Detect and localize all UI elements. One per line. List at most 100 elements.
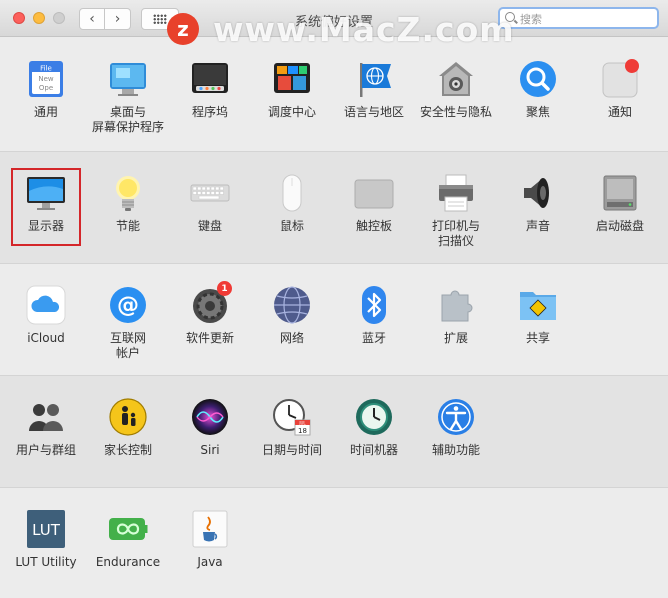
pref-pane-icloud[interactable]: iCloud — [5, 275, 87, 367]
pref-pane-dock[interactable]: 程序坞 — [169, 49, 251, 141]
icloud-icon — [26, 285, 66, 325]
pref-pane-general[interactable]: File New Ope 通用 — [5, 49, 87, 141]
pref-pane-label: LUT Utility — [15, 555, 77, 569]
endurance-icon — [108, 509, 148, 549]
mission-control-icon — [272, 59, 312, 99]
svg-text:JUL: JUL — [298, 420, 306, 425]
pref-pane-mouse[interactable]: 鼠标 — [251, 163, 333, 255]
pref-pane-label: 键盘 — [197, 219, 222, 233]
svg-text:File: File — [40, 65, 52, 73]
keyboard-icon — [190, 173, 230, 213]
siri-icon — [190, 397, 230, 437]
pref-pane-energy[interactable]: 节能 — [87, 163, 169, 255]
users-groups-icon — [26, 397, 66, 437]
notifications-icon — [600, 59, 640, 99]
pref-pane-trackpad[interactable]: 触控板 — [333, 163, 415, 255]
sharing-icon — [518, 285, 558, 325]
desktop-screensaver-icon — [108, 59, 148, 99]
pref-pane-label: 用户与群组 — [15, 443, 76, 457]
pref-pane-accessibility[interactable]: 辅助功能 — [415, 387, 497, 479]
pref-pane-parental-controls[interactable]: 家长控制 — [87, 387, 169, 479]
pref-pane-label: 蓝牙 — [361, 331, 386, 345]
security-privacy-icon — [436, 59, 476, 99]
pref-pane-label: Endurance — [95, 555, 161, 569]
pref-pane-security[interactable]: 安全性与隐私 — [415, 49, 497, 141]
search-icon — [505, 12, 515, 22]
pref-pane-printers[interactable]: 打印机与 扫描仪 — [415, 163, 497, 255]
pref-pane-label: 时间机器 — [349, 443, 398, 457]
pref-pane-startup-disk[interactable]: 启动磁盘 — [579, 163, 661, 255]
pref-pane-spotlight[interactable]: 聚焦 — [497, 49, 579, 141]
pref-pane-label: 鼠标 — [279, 219, 304, 233]
language-region-icon — [354, 59, 394, 99]
pref-pane-endurance[interactable]: Endurance — [87, 499, 169, 591]
pref-pane-extensions[interactable]: 扩展 — [415, 275, 497, 367]
pref-pane-label: 语言与地区 — [343, 105, 404, 119]
pref-pane-label: 软件更新 — [185, 331, 234, 345]
pref-pane-label: 触控板 — [355, 219, 392, 233]
pref-pane-sharing[interactable]: 共享 — [497, 275, 579, 367]
accessibility-icon — [436, 397, 476, 437]
pref-pane-internet-accounts[interactable]: @ 互联网 帐户 — [87, 275, 169, 367]
search-field[interactable] — [498, 7, 659, 29]
pref-pane-mission-control[interactable]: 调度中心 — [251, 49, 333, 141]
update-count-badge: 1 — [217, 281, 232, 296]
pref-pane-label: 调度中心 — [267, 105, 316, 119]
pref-pane-keyboard[interactable]: 键盘 — [169, 163, 251, 255]
startup-disk-icon — [600, 173, 640, 213]
pref-pane-label: 家长控制 — [103, 443, 152, 457]
search-input[interactable] — [518, 10, 652, 28]
pref-pane-label: 安全性与隐私 — [419, 105, 492, 119]
pref-pane-siri[interactable]: Siri — [169, 387, 251, 479]
pref-pane-label: 程序坞 — [191, 105, 228, 119]
title-bar: ‹ › 系统偏好设置 — [0, 0, 668, 37]
pref-pane-desktop[interactable]: 桌面与 屏幕保护程序 — [87, 49, 169, 141]
svg-text:@: @ — [117, 293, 139, 318]
time-machine-icon — [354, 397, 394, 437]
system-preferences-window: ‹ › 系统偏好设置 File New Ope 通用 桌面与 屏幕保护程序 — [0, 0, 668, 598]
pref-pane-label: 声音 — [525, 219, 550, 233]
pref-pane-sound[interactable]: 声音 — [497, 163, 579, 255]
lut-utility-icon: LUT — [26, 509, 66, 549]
svg-text:New: New — [38, 75, 54, 83]
internet-accounts-icon: @ — [108, 285, 148, 325]
sound-icon — [518, 173, 558, 213]
pref-pane-label: 辅助功能 — [431, 443, 480, 457]
parental-controls-icon — [108, 397, 148, 437]
pref-pane-network[interactable]: 网络 — [251, 275, 333, 367]
pref-pane-label: 通知 — [607, 105, 632, 119]
pref-pane-label: iCloud — [27, 331, 65, 345]
mouse-icon — [272, 173, 312, 213]
trackpad-icon — [354, 173, 394, 213]
svg-text:18: 18 — [298, 427, 307, 435]
general-icon: File New Ope — [26, 59, 66, 99]
pref-pane-label: 打印机与 扫描仪 — [431, 219, 480, 248]
svg-text:Ope: Ope — [39, 84, 53, 92]
pref-pane-label: 节能 — [115, 219, 140, 233]
java-icon — [190, 509, 230, 549]
pref-pane-label: Java — [197, 555, 223, 569]
pref-pane-language[interactable]: 语言与地区 — [333, 49, 415, 141]
svg-text:LUT: LUT — [32, 521, 61, 539]
pref-pane-bluetooth[interactable]: 蓝牙 — [333, 275, 415, 367]
pref-pane-label: 通用 — [33, 105, 58, 119]
pref-pane-label: 日期与时间 — [261, 443, 322, 457]
pref-pane-software-update[interactable]: 1 软件更新 — [169, 275, 251, 367]
software-update-icon: 1 — [190, 281, 232, 325]
pref-pane-lut-utility[interactable]: LUT LUT Utility — [5, 499, 87, 591]
pref-pane-users-groups[interactable]: 用户与群组 — [5, 387, 87, 479]
pref-pane-time-machine[interactable]: 时间机器 — [333, 387, 415, 479]
pref-pane-date-time[interactable]: JUL 18 日期与时间 — [251, 387, 333, 479]
network-icon — [272, 285, 312, 325]
pref-pane-java[interactable]: Java — [169, 499, 251, 591]
spotlight-icon — [518, 59, 558, 99]
energy-saver-icon — [108, 173, 148, 213]
pref-pane-label: 桌面与 屏幕保护程序 — [91, 105, 164, 134]
extensions-icon — [436, 285, 476, 325]
date-time-icon: JUL 18 — [272, 397, 312, 437]
pref-pane-label: 互联网 帐户 — [109, 331, 146, 360]
selection-highlight-box — [11, 168, 81, 246]
pref-pane-notifications[interactable]: 通知 — [579, 49, 661, 141]
pref-pane-label: 聚焦 — [525, 105, 550, 119]
dock-icon — [190, 59, 230, 99]
